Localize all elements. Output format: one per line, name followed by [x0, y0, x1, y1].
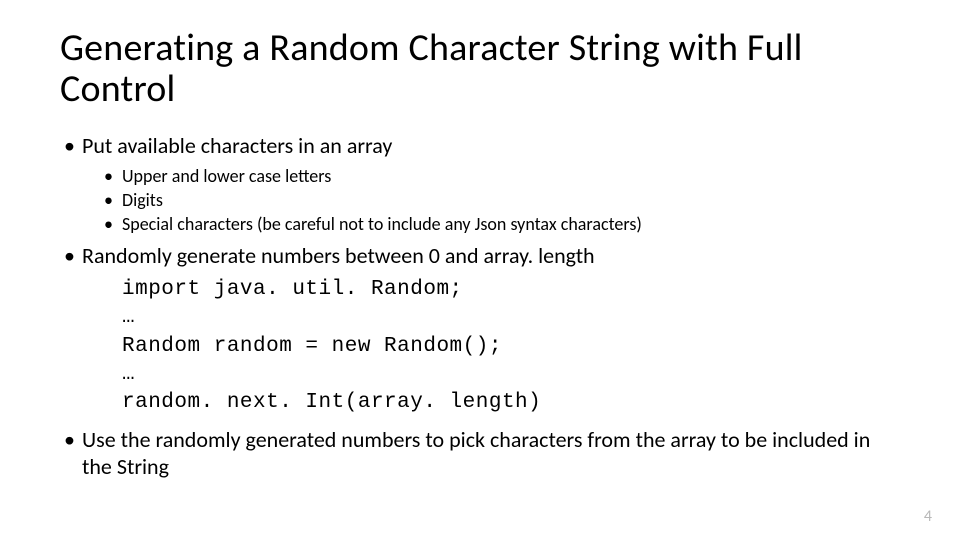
sub-bullet-2: Digits — [100, 188, 900, 212]
bullet-text-2: Randomly generate numbers between 0 and … — [82, 242, 595, 269]
slide: Generating a Random Character String wit… — [0, 0, 960, 540]
code-line-3: Random random = new Random(); — [122, 335, 502, 358]
sub-bullet-list-1: Upper and lower case letters Digits Spec… — [82, 164, 900, 237]
sub-bullet-1: Upper and lower case letters — [100, 164, 900, 188]
bullet-item-2: Randomly generate numbers between 0 and … — [60, 242, 900, 417]
code-line-2: … — [122, 306, 135, 329]
bullet-list: Put available characters in an array Upp… — [60, 132, 900, 481]
bullet-text-1: Put available characters in an array — [82, 132, 392, 159]
sub-bullet-3: Special characters (be careful not to in… — [100, 212, 900, 236]
code-line-1: import java. util. Random; — [122, 278, 463, 301]
bullet-item-1: Put available characters in an array Upp… — [60, 132, 900, 236]
page-number: 4 — [924, 507, 932, 526]
bullet-text-3: Use the randomly generated numbers to pi… — [82, 426, 870, 481]
code-line-4: … — [122, 363, 135, 386]
bullet-item-3: Use the randomly generated numbers to pi… — [60, 426, 900, 481]
code-block: import java. util. Random; … Random rand… — [122, 276, 900, 418]
code-line-5: random. next. Int(array. length) — [122, 391, 541, 414]
slide-title: Generating a Random Character String wit… — [60, 28, 900, 110]
